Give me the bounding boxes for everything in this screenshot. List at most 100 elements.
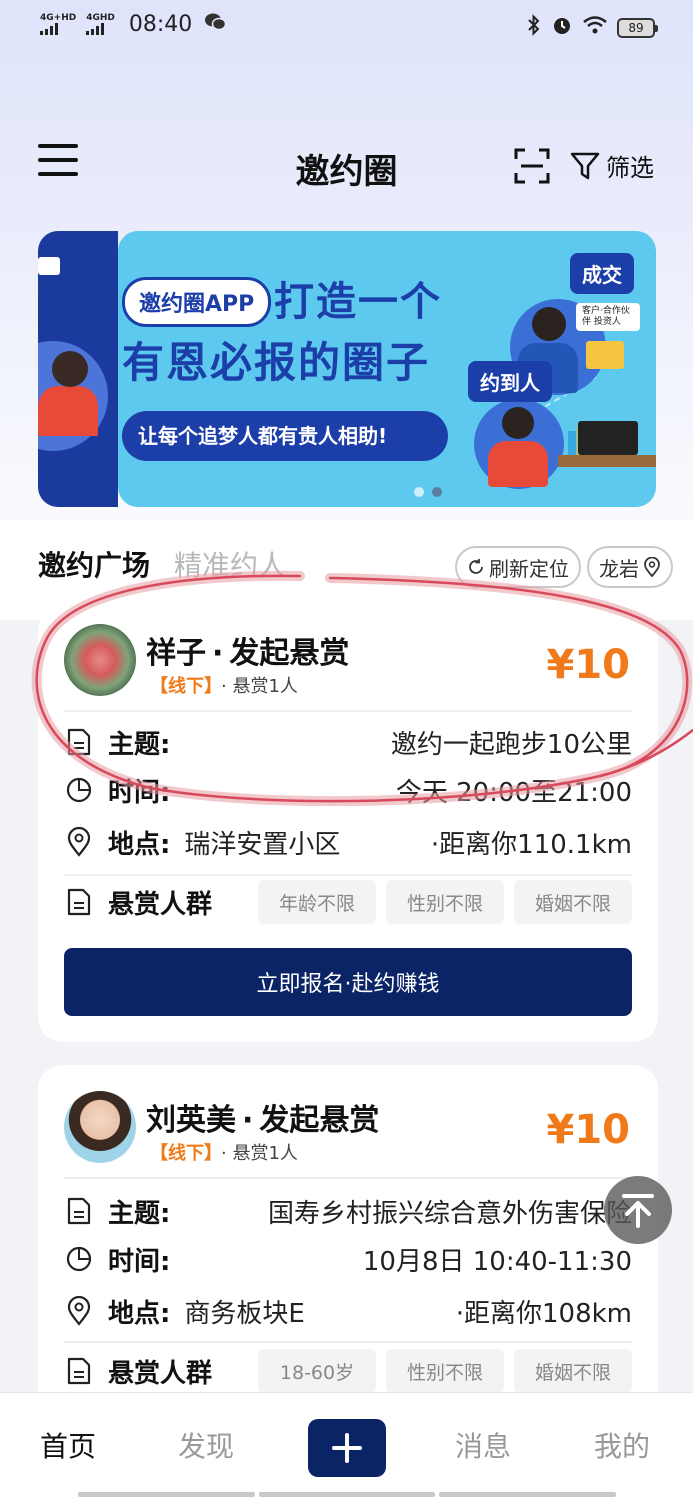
status-bar: 4G+HD 4GHD 08:40 89 [0, 0, 693, 54]
place-label: 地点: [108, 829, 171, 860]
divider [64, 874, 632, 876]
add-button[interactable] [308, 1419, 386, 1477]
time-label: 时间: [108, 777, 171, 808]
nav-discover[interactable]: 发现 [178, 1425, 234, 1465]
reward-amount: ¥10 [546, 642, 631, 688]
filter-button[interactable]: 筛选 [570, 148, 654, 183]
home-indicator [78, 1492, 617, 1497]
city-chip[interactable]: 龙岩 [587, 546, 673, 588]
divider [64, 710, 632, 712]
status-right: 89 [527, 14, 658, 41]
nav-home[interactable]: 首页 [40, 1425, 96, 1465]
topic-row: 主题: 国寿乡村振兴综合意外伤害保险 [64, 1189, 632, 1233]
time-label: 时间: [108, 1246, 171, 1277]
invitation-card[interactable]: 祥子 · 发起悬赏 【线下】 · 悬赏1人 ¥10 主题: 邀约一起跑步10公里 时间… [38, 606, 658, 1042]
place-label: 地点: [108, 1298, 171, 1329]
crowd-tag-age: 18-60岁 [258, 1349, 376, 1393]
place-value: 商务板块E [184, 1298, 305, 1329]
nav-messages[interactable]: 消息 [455, 1425, 511, 1465]
crowd-tag-gender: 性别不限 [386, 880, 504, 924]
refresh-location-label: 刷新定位 [489, 556, 569, 581]
poster-action: 发起悬赏 [229, 636, 350, 671]
crowd-tag-marriage: 婚姻不限 [514, 1349, 632, 1393]
topic-row: 主题: 邀约一起跑步10公里 [64, 720, 632, 764]
tab-precise-invite[interactable]: 精准约人 [174, 544, 286, 584]
crowd-tags: 年龄不限 性别不限 婚姻不限 [258, 880, 632, 924]
back-to-top-button[interactable] [604, 1176, 672, 1244]
banner-headline-1: 打造一个 [274, 279, 442, 325]
document-icon [67, 1197, 91, 1225]
banner-headline-2: 有恩必报的圈子 [122, 338, 431, 387]
avatar[interactable] [64, 624, 136, 696]
divider [64, 1177, 632, 1179]
location-pin-icon [67, 827, 91, 857]
tab-invitation-square[interactable]: 邀约广场 [38, 544, 150, 584]
distance: ·距离你108km [455, 1298, 632, 1329]
battery-icon: 89 [617, 17, 658, 38]
document-icon [67, 1357, 91, 1385]
topic-value: 邀约一起跑步10公里 [390, 729, 632, 760]
signal-1-icon: 4G+HD [40, 14, 76, 35]
time-row: 时间: 今天 20:00至21:00 [64, 768, 632, 812]
poster-action: 发起悬赏 [259, 1103, 380, 1138]
card-meta: 【线下】 · 悬赏1人 [150, 1143, 298, 1164]
network-2-label: 4GHD [86, 13, 115, 23]
location-pin-icon [644, 557, 660, 577]
city-label: 龙岩 [599, 556, 639, 581]
crowd-tag-gender: 性别不限 [386, 1349, 504, 1393]
app-header: 邀约圈 筛选 [0, 130, 693, 200]
place-row: 地点: 瑞洋安置小区 ·距离你110.1km [64, 820, 632, 864]
filter-label: 筛选 [606, 154, 654, 182]
poster-line: 祥子 · 发起悬赏 [146, 636, 350, 671]
join-button[interactable]: 立即报名·赴约赚钱 [64, 948, 632, 1016]
status-time: 08:40 [128, 12, 193, 37]
arrow-up-icon [622, 1194, 654, 1228]
crowd-tags: 18-60岁 性别不限 婚姻不限 [258, 1349, 632, 1393]
alarm-icon [551, 14, 573, 41]
invitation-card[interactable]: 刘英美 · 发起悬赏 【线下】 · 悬赏1人 ¥10 主题: 国寿乡村振兴综合意外伤害… [38, 1065, 658, 1425]
topic-value: 国寿乡村振兴综合意外伤害保险 [267, 1198, 632, 1229]
card-meta: 【线下】 · 悬赏1人 [150, 676, 298, 697]
crowd-label: 悬赏人群 [108, 889, 213, 920]
place-value: 瑞洋安置小区 [184, 829, 341, 860]
document-icon [67, 888, 91, 916]
poster-line: 刘英美 · 发起悬赏 [146, 1103, 380, 1138]
carousel-dots [414, 487, 442, 497]
clock-icon [66, 777, 92, 803]
feed-tabs: 邀约广场 精准约人 [38, 544, 286, 584]
network-1-label: 4G+HD [40, 13, 77, 23]
poster-name: 刘英美 [146, 1103, 236, 1138]
document-icon [67, 728, 91, 756]
status-left: 4G+HD 4GHD 08:40 [40, 12, 227, 37]
divider [64, 1341, 632, 1343]
crowd-row: 悬赏人群 年龄不限 性别不限 婚姻不限 [64, 880, 632, 924]
bottom-nav: 首页 发现 消息 我的 [0, 1392, 693, 1500]
crowd-label: 悬赏人群 [108, 1358, 213, 1389]
poster-name: 祥子 [146, 636, 206, 671]
avatar[interactable] [64, 1091, 136, 1163]
location-pin-icon [67, 1296, 91, 1326]
banner-prev-slide [38, 231, 118, 507]
clock-icon [66, 1246, 92, 1272]
banner-subline: 让每个追梦人都有贵人相助! [122, 411, 448, 461]
wechat-icon [204, 12, 227, 37]
reward-amount: ¥10 [546, 1107, 631, 1153]
promo-banner-carousel[interactable]: 成交 约到人 客户·合作伙伴 投资人 邀约圈APP 打造一个 有恩必报的圈子 让… [38, 231, 656, 507]
time-row: 时间: 10月8日 10:40-11:30 [64, 1237, 632, 1281]
refresh-location-chip[interactable]: 刷新定位 [455, 546, 581, 588]
topic-label: 主题: [108, 1198, 171, 1229]
banner-tag-deal: 成交 [570, 253, 634, 294]
banner-tag-meet: 约到人 [468, 361, 552, 402]
scan-icon[interactable] [514, 148, 550, 184]
banner-slide[interactable]: 成交 约到人 客户·合作伙伴 投资人 邀约圈APP 打造一个 有恩必报的圈子 让… [118, 231, 656, 507]
reward-count: 悬赏1人 [232, 1143, 298, 1164]
offline-badge: 【线下】 [150, 676, 213, 697]
wifi-icon [583, 15, 607, 40]
bluetooth-icon [527, 14, 541, 41]
topic-label: 主题: [108, 729, 171, 760]
time-value: 10月8日 10:40-11:30 [362, 1246, 632, 1277]
nav-me[interactable]: 我的 [594, 1425, 650, 1465]
crowd-tag-marriage: 婚姻不限 [514, 880, 632, 924]
refresh-icon [469, 559, 483, 574]
time-value: 今天 20:00至21:00 [395, 777, 632, 808]
